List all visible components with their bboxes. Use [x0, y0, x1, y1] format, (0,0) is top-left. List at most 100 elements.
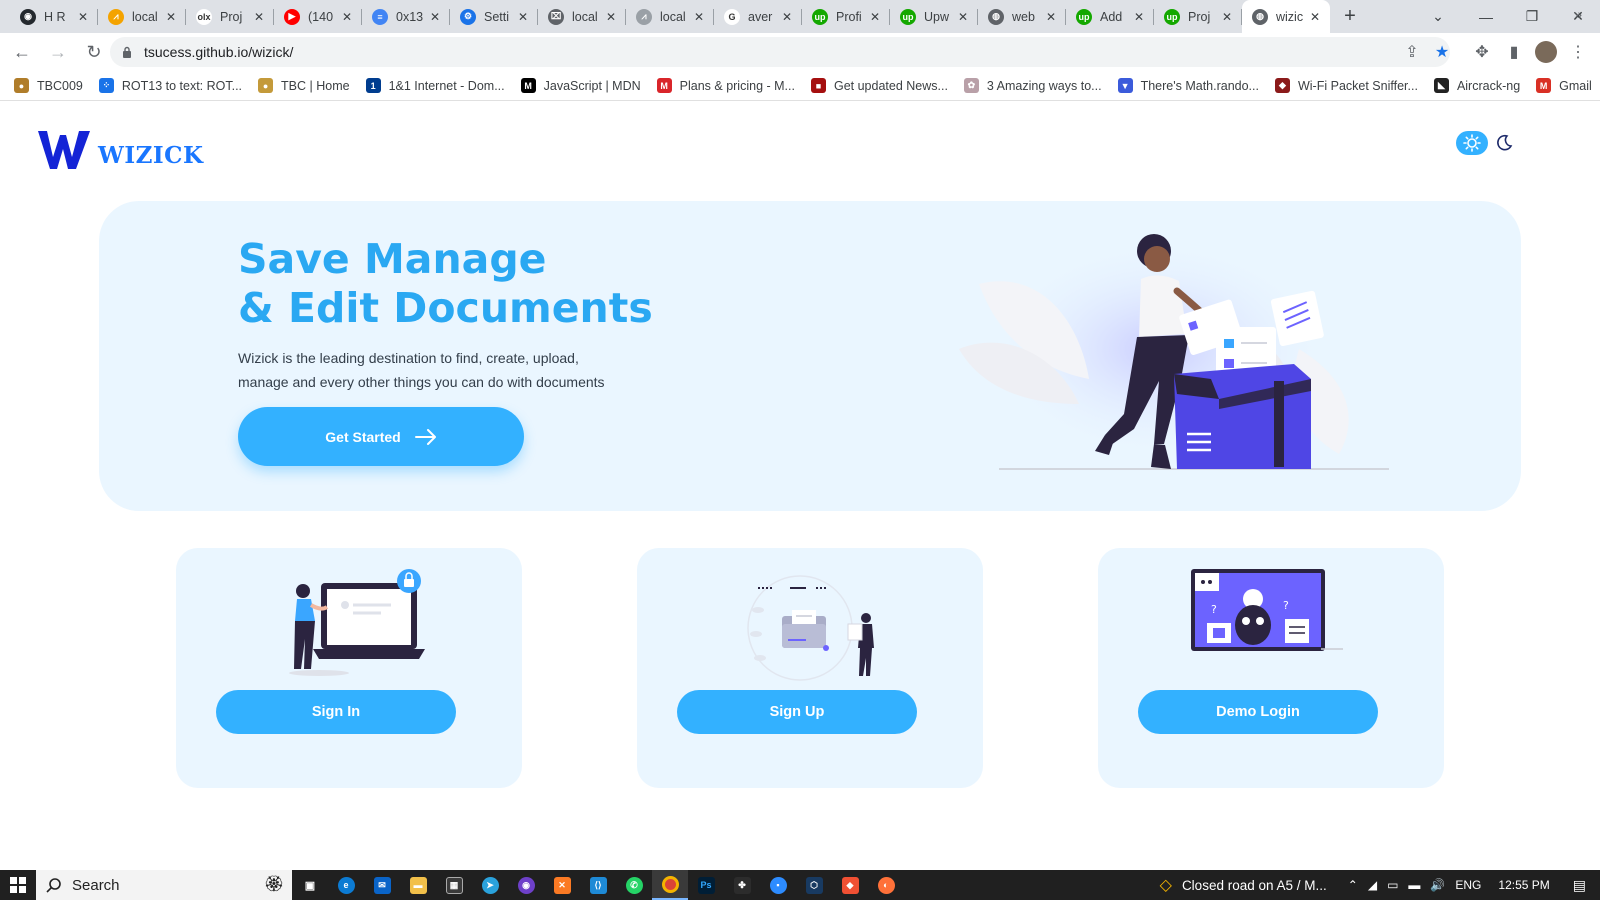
- figma-icon[interactable]: ✤: [724, 870, 760, 900]
- traffic-warning-icon: ◇: [1159, 877, 1172, 894]
- browser-tab[interactable]: ▶ (140 ✕: [274, 0, 362, 33]
- whatsapp-icon[interactable]: ✆: [616, 870, 652, 900]
- tab-close-icon[interactable]: ✕: [340, 10, 354, 24]
- browser-tab[interactable]: Gaver ✕: [714, 0, 802, 33]
- site-logo[interactable]: WIZICK: [38, 129, 203, 171]
- menu-icon[interactable]: ⋮: [1562, 33, 1594, 71]
- firefox-icon[interactable]: ◐: [868, 870, 904, 900]
- bookmark-item[interactable]: ● TBC009: [14, 78, 83, 93]
- mail-icon[interactable]: ✉: [364, 870, 400, 900]
- more-bookmarks-icon[interactable]: »: [1574, 6, 1582, 22]
- tab-close-icon[interactable]: ✕: [1220, 10, 1234, 24]
- edge-icon[interactable]: e: [328, 870, 364, 900]
- browser-tab[interactable]: ◍ web ✕: [978, 0, 1066, 33]
- bookmark-item[interactable]: M Plans & pricing - M...: [656, 78, 795, 93]
- tab-close-icon[interactable]: ✕: [604, 10, 618, 24]
- tab-title: Profi: [836, 9, 862, 24]
- get-started-button[interactable]: Get Started: [238, 407, 524, 466]
- restore-icon[interactable]: ❐: [1510, 0, 1554, 33]
- address-bar[interactable]: tsucess.github.io/wizick/: [110, 37, 1450, 67]
- forward-icon[interactable]: →: [42, 36, 74, 68]
- github-desktop-icon[interactable]: ◉: [508, 870, 544, 900]
- back-icon[interactable]: ←: [6, 36, 38, 68]
- windows-start-button[interactable]: [0, 870, 36, 900]
- xampp-icon[interactable]: ✕: [544, 870, 580, 900]
- chevron-up-icon[interactable]: ⌃: [1348, 878, 1358, 892]
- tab-close-icon[interactable]: ✕: [868, 10, 882, 24]
- bookmark-favicon-icon: M: [656, 78, 672, 93]
- bookmark-item[interactable]: ■ Get updated News...: [810, 78, 948, 93]
- sign-in-button[interactable]: Sign In: [216, 690, 456, 734]
- taskbar-search-box[interactable]: Search 🏵: [36, 870, 292, 900]
- clock[interactable]: 12:55 PM: [1498, 878, 1549, 892]
- language-indicator[interactable]: ENG: [1455, 878, 1481, 892]
- tab-title: Proj: [220, 9, 243, 24]
- browser-tab[interactable]: ◍ wizic ✕: [1242, 0, 1330, 33]
- profile-avatar[interactable]: [1530, 33, 1562, 71]
- telegram-icon[interactable]: ➤: [472, 870, 508, 900]
- browser-tab[interactable]: up Upw ✕: [890, 0, 978, 33]
- bookmark-star-icon[interactable]: ★: [1426, 33, 1458, 71]
- tab-close-icon[interactable]: ✕: [428, 10, 442, 24]
- theme-toggle[interactable]: [1456, 131, 1520, 155]
- meet-now-icon[interactable]: ▭: [1387, 878, 1398, 892]
- bookmark-item[interactable]: ✿ 3 Amazing ways to...: [963, 78, 1102, 93]
- battery-icon[interactable]: ▬: [1408, 878, 1420, 892]
- share-icon[interactable]: ⇪: [1396, 33, 1428, 71]
- news-text: Closed road on A5 / M...: [1181, 877, 1327, 893]
- bookmark-item[interactable]: ▼ There's Math.rando...: [1117, 78, 1259, 93]
- vscode-icon[interactable]: ⟨⟩: [580, 870, 616, 900]
- browser-tab[interactable]: ⌧ local ✕: [538, 0, 626, 33]
- volume-icon[interactable]: 🔊: [1430, 878, 1445, 892]
- bookmark-item[interactable]: ◣ Aircrack-ng: [1433, 78, 1520, 93]
- tab-close-icon[interactable]: ✕: [516, 10, 530, 24]
- tab-close-icon[interactable]: ✕: [252, 10, 266, 24]
- bookmark-item[interactable]: 1 1&1 Internet - Dom...: [365, 78, 505, 93]
- tab-favicon-icon: ≡: [372, 8, 388, 25]
- browser-tab[interactable]: olx Proj ✕: [186, 0, 274, 33]
- browser-tab[interactable]: ⩘ local ✕: [98, 0, 186, 33]
- bookmark-item[interactable]: M JavaScript | MDN: [520, 78, 641, 93]
- zoom-icon[interactable]: ▪: [760, 870, 796, 900]
- store-icon[interactable]: ▦: [436, 870, 472, 900]
- minimize-icon[interactable]: —: [1464, 0, 1508, 33]
- new-tab-icon[interactable]: +: [1334, 0, 1366, 33]
- tab-close-icon[interactable]: ✕: [780, 10, 794, 24]
- bookmark-item[interactable]: ● TBC | Home: [258, 78, 350, 93]
- tab-favicon-icon: olx: [196, 8, 212, 25]
- browser-tab[interactable]: ≡ 0x13 ✕: [362, 0, 450, 33]
- tab-close-icon[interactable]: ✕: [1132, 10, 1146, 24]
- virtualbox-icon[interactable]: ⬡: [796, 870, 832, 900]
- sign-up-button[interactable]: Sign Up: [677, 690, 917, 734]
- git-icon[interactable]: ◆: [832, 870, 868, 900]
- dark-mode-button[interactable]: [1488, 131, 1520, 155]
- news-widget[interactable]: ◇ Closed road on A5 / M...: [1160, 875, 1327, 895]
- tab-close-icon[interactable]: ✕: [956, 10, 970, 24]
- tab-close-icon[interactable]: ✕: [76, 10, 90, 24]
- tab-close-icon[interactable]: ✕: [1308, 10, 1322, 24]
- tab-close-icon[interactable]: ✕: [1044, 10, 1058, 24]
- tab-close-icon[interactable]: ✕: [164, 10, 178, 24]
- bookmark-item[interactable]: M Gmail: [1536, 78, 1592, 93]
- tab-search-icon[interactable]: ⌄: [1416, 0, 1460, 33]
- bookmark-item[interactable]: ◆ Wi-Fi Packet Sniffer...: [1274, 78, 1418, 93]
- reload-icon[interactable]: ↻: [78, 36, 110, 68]
- chrome-icon[interactable]: [652, 870, 688, 900]
- network-icon[interactable]: ◢: [1368, 878, 1377, 892]
- bookmark-item[interactable]: ⁘ ROT13 to text: ROT...: [98, 78, 242, 93]
- browser-tab[interactable]: ⩘ local ✕: [626, 0, 714, 33]
- file-explorer-icon[interactable]: ▬: [400, 870, 436, 900]
- browser-tab[interactable]: up Profi ✕: [802, 0, 890, 33]
- photoshop-icon[interactable]: Ps: [688, 870, 724, 900]
- notifications-icon[interactable]: ▤: [1573, 877, 1586, 894]
- browser-tab[interactable]: ⚙ Setti ✕: [450, 0, 538, 33]
- demo-login-button[interactable]: Demo Login: [1138, 690, 1378, 734]
- browser-tab[interactable]: up Proj ✕: [1154, 0, 1242, 33]
- browser-tab[interactable]: ◉ H R ✕: [10, 0, 98, 33]
- tab-close-icon[interactable]: ✕: [692, 10, 706, 24]
- extensions-icon[interactable]: ✥: [1466, 33, 1498, 71]
- browser-tab[interactable]: up Add ✕: [1066, 0, 1154, 33]
- side-panel-icon[interactable]: ▮: [1498, 33, 1530, 71]
- task-view-icon[interactable]: ▣: [292, 870, 328, 900]
- light-mode-button[interactable]: [1456, 131, 1488, 155]
